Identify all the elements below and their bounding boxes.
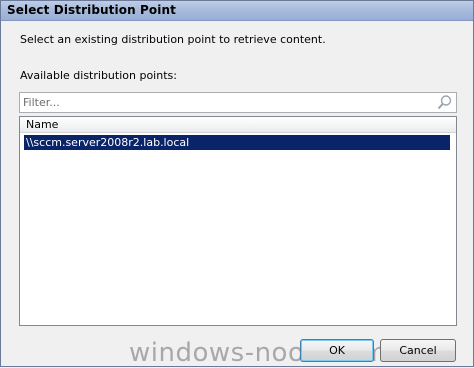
filter-input[interactable]: [23, 95, 423, 110]
search-icon[interactable]: [436, 94, 453, 111]
ok-button[interactable]: OK: [300, 339, 374, 362]
column-header-label: Name: [26, 118, 59, 131]
cancel-button[interactable]: Cancel: [380, 339, 456, 362]
instruction-text: Select an existing distribution point to…: [20, 33, 326, 46]
title-bar[interactable]: Select Distribution Point: [1, 1, 473, 21]
window-title: Select Distribution Point: [7, 3, 176, 17]
list-item-label: \\sccm.server2008r2.lab.local: [26, 136, 190, 149]
list-header: Name: [20, 117, 456, 133]
select-distribution-point-dialog: Select Distribution Point Select an exis…: [0, 0, 474, 368]
filter-box[interactable]: [19, 92, 457, 113]
column-header-name[interactable]: Name: [20, 117, 456, 132]
distribution-points-list[interactable]: Name \\sccm.server2008r2.lab.local: [19, 116, 457, 326]
available-points-label: Available distribution points:: [20, 69, 177, 82]
list-item[interactable]: \\sccm.server2008r2.lab.local: [24, 135, 450, 150]
